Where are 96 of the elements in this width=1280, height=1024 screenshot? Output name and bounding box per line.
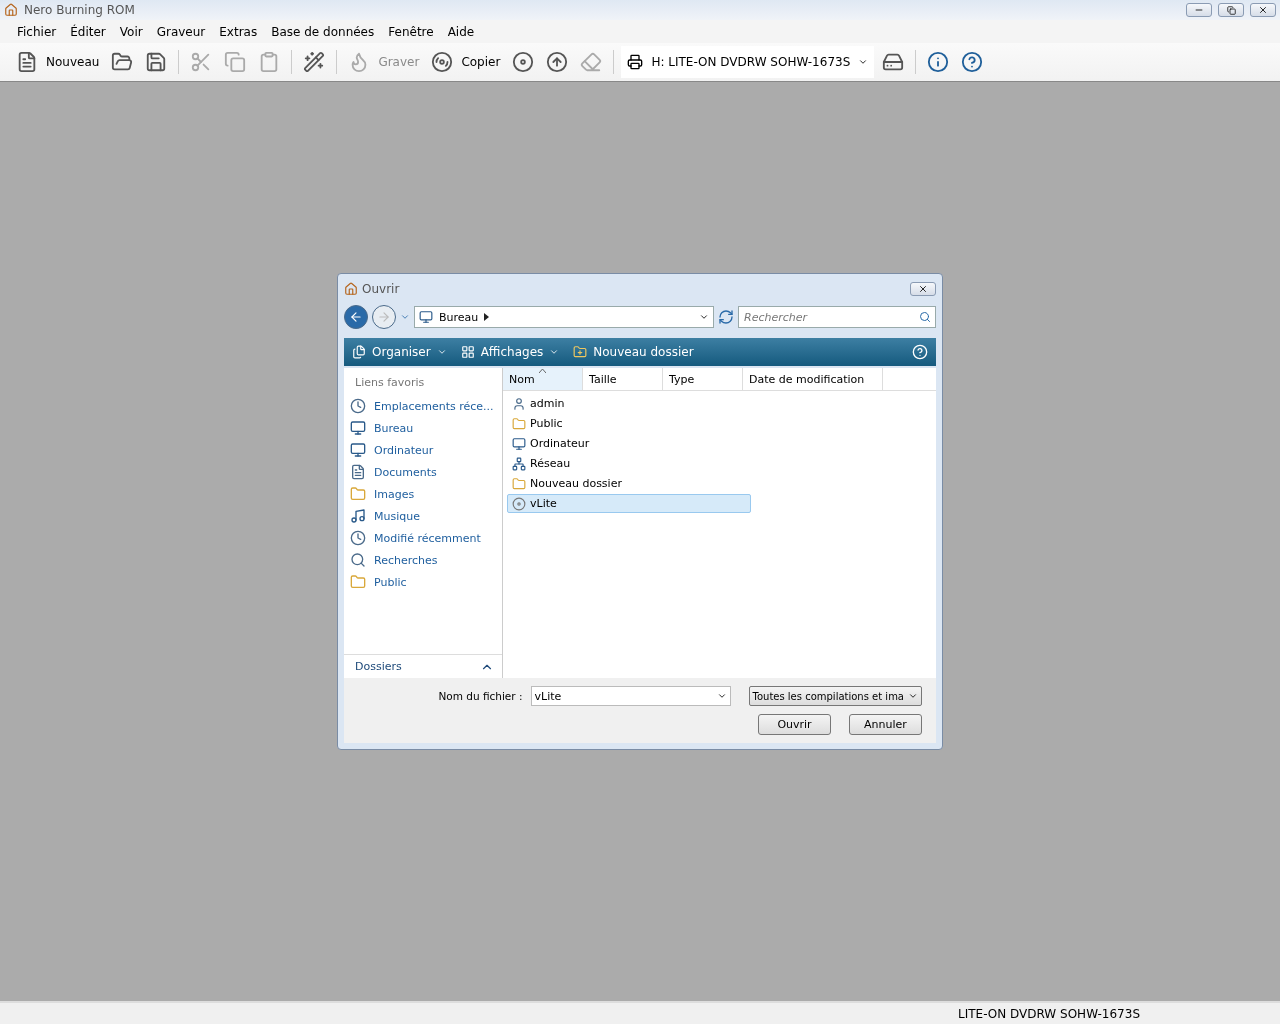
menu-item[interactable]: Fichier <box>10 24 64 39</box>
copy-icon <box>224 51 247 73</box>
clock-icon <box>350 530 366 546</box>
favorite-link[interactable]: Bureau <box>344 417 502 439</box>
address-bar[interactable]: Bureau <box>414 306 714 328</box>
caret-icon <box>549 347 560 357</box>
command-button[interactable]: Organiser <box>352 345 447 359</box>
favorite-link[interactable]: Public <box>344 571 502 593</box>
disc-icon <box>431 51 454 73</box>
network-icon <box>512 456 526 471</box>
monitor-icon <box>419 310 433 324</box>
help-icon[interactable] <box>912 344 928 360</box>
toolbar-button[interactable]: Copier <box>427 49 505 75</box>
dialog-button[interactable]: Annuler <box>849 714 922 735</box>
user-icon <box>512 396 526 411</box>
file-item[interactable]: Ordinateur <box>507 434 751 453</box>
document-icon <box>16 51 38 73</box>
close-icon <box>918 284 928 294</box>
favorite-link[interactable]: Ordinateur <box>344 439 502 461</box>
caret-icon <box>436 347 447 357</box>
folder-icon <box>512 476 526 491</box>
favorite-link[interactable]: Modifié récemment <box>344 527 502 549</box>
restore-icon <box>1226 5 1236 15</box>
folder-icon <box>350 574 366 590</box>
drive-icon <box>882 51 905 73</box>
file-item[interactable]: Public <box>507 414 751 433</box>
file-item[interactable]: admin <box>507 394 751 413</box>
eraser-icon <box>580 51 603 73</box>
folder-icon <box>573 345 588 359</box>
favorite-link[interactable]: Images <box>344 483 502 505</box>
status-bar: LITE-ON DVDRW SOHW-1673S <box>0 1001 1280 1024</box>
app-icon <box>344 282 358 296</box>
monitor-icon <box>350 420 366 436</box>
command-button[interactable]: Affichages <box>460 345 560 359</box>
column-header[interactable]: Nom <box>503 368 583 390</box>
info-icon <box>927 51 950 73</box>
caret-icon <box>908 691 918 701</box>
back-button[interactable] <box>344 305 368 329</box>
menu-item[interactable]: Fenêtre <box>381 24 441 39</box>
folder-icon <box>512 416 526 431</box>
toolbar-button[interactable]: Nouveau <box>12 49 104 75</box>
caret-icon <box>699 312 709 322</box>
close-icon <box>1258 5 1268 15</box>
drive-dropdown[interactable]: H: LITE-ON DVDRW SOHW-1673S <box>621 46 875 78</box>
command-button[interactable]: Nouveau dossier <box>573 345 694 359</box>
window-title: Nero Burning ROM <box>24 3 136 17</box>
document-icon <box>350 464 366 480</box>
filename-field[interactable]: vLite <box>530 686 731 706</box>
music-icon <box>350 508 366 524</box>
menu-item[interactable]: Graveur <box>149 24 213 39</box>
menu-item[interactable]: Éditer <box>63 24 113 39</box>
floppy-icon <box>145 51 168 73</box>
favorite-link[interactable]: Musique <box>344 505 502 527</box>
section-title: Liens favoris <box>354 375 426 391</box>
forward-arrow-icon <box>377 310 391 324</box>
menu-item[interactable]: Voir <box>112 24 150 39</box>
favorite-link[interactable]: Documents <box>344 461 502 483</box>
wand-icon <box>303 51 326 73</box>
close-button[interactable] <box>910 282 936 296</box>
computer-icon <box>350 442 366 458</box>
menu-item[interactable]: Base de données <box>264 24 382 39</box>
file-item[interactable]: Réseau <box>507 454 751 473</box>
folder-icon <box>350 486 366 502</box>
favorite-link[interactable]: Emplacements réce... <box>344 395 502 417</box>
file-item[interactable]: vLite <box>507 494 751 513</box>
computer-icon <box>512 436 526 451</box>
search-icon <box>350 552 366 568</box>
search-field[interactable]: Rechercher <box>738 306 936 328</box>
app-icon <box>4 3 18 17</box>
folder-icon <box>111 51 134 73</box>
clock-icon <box>350 398 366 414</box>
disc-icon <box>512 496 526 511</box>
disc-icon <box>512 51 535 73</box>
menu-item[interactable]: Extras <box>212 24 265 39</box>
dialog-button[interactable]: Ouvrir <box>758 714 831 735</box>
menu-item[interactable]: Aide <box>440 24 482 39</box>
dialog-title: Ouvrir <box>362 282 401 296</box>
favorite-link[interactable]: Recherches <box>344 549 502 571</box>
location-text: Bureau <box>439 310 479 324</box>
close-button[interactable] <box>1250 3 1276 17</box>
caret-icon <box>716 691 727 701</box>
refresh-icon[interactable] <box>718 309 734 325</box>
arrow-up-icon <box>546 51 569 73</box>
grid-icon <box>460 345 475 359</box>
pages-icon <box>352 345 366 359</box>
help-icon <box>961 51 984 73</box>
drive-icon <box>627 54 644 70</box>
search-icon[interactable] <box>919 311 931 323</box>
filename-label: Nom du fichier : <box>438 690 523 702</box>
caret-icon <box>858 57 869 67</box>
restore-button[interactable] <box>1218 3 1244 17</box>
file-type-dropdown[interactable]: Toutes les compilations et ima <box>748 686 922 706</box>
forward-button[interactable] <box>372 305 396 329</box>
file-item[interactable]: Nouveau dossier <box>507 474 751 493</box>
minimize-button[interactable] <box>1186 3 1212 17</box>
triangle-icon <box>484 313 490 321</box>
